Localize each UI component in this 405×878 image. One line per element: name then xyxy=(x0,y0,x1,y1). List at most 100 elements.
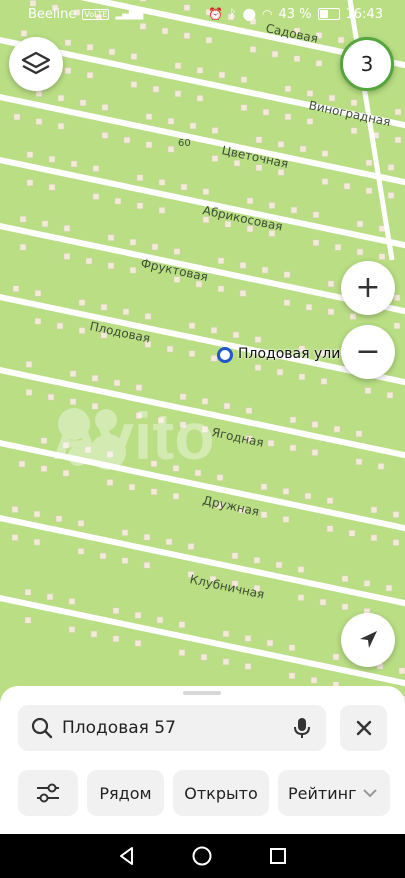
house-plot xyxy=(297,566,305,573)
house-plot xyxy=(364,387,372,394)
house-plot xyxy=(327,308,335,316)
chip-rating[interactable]: Рейтинг xyxy=(278,770,390,816)
house-plot xyxy=(19,243,27,251)
house-plot xyxy=(261,266,269,274)
results-count-badge[interactable]: 3 xyxy=(340,37,394,91)
house-plot xyxy=(48,184,56,191)
house-plot xyxy=(134,640,142,647)
search-input[interactable]: Плодовая 57 xyxy=(18,705,326,751)
street-line xyxy=(0,515,405,607)
house-plot xyxy=(334,244,342,251)
house-plot xyxy=(312,211,320,218)
house-plot xyxy=(393,294,401,301)
system-nav-bar xyxy=(0,834,405,878)
house-plot xyxy=(187,543,195,550)
house-plot xyxy=(386,392,394,399)
house-plot xyxy=(91,375,99,382)
recents-icon[interactable] xyxy=(268,846,288,866)
house-plot xyxy=(233,159,241,167)
clear-search-button[interactable] xyxy=(340,705,387,751)
house-plot xyxy=(123,136,131,144)
signal-icon: ▂▄▆█ xyxy=(115,8,143,20)
house-plot xyxy=(19,215,27,223)
battery-text: 43 % xyxy=(278,6,312,22)
house-plot xyxy=(196,95,204,102)
house-plot xyxy=(304,492,312,500)
house-plot xyxy=(288,644,296,651)
house-plot xyxy=(200,653,208,661)
house-plot xyxy=(254,336,262,343)
filters-button[interactable] xyxy=(18,770,78,816)
house-plot xyxy=(79,99,87,107)
house-plot xyxy=(363,580,371,587)
layers-icon xyxy=(21,51,51,75)
bluetooth-icon: ᛒ xyxy=(229,7,237,21)
alarm-icon: ⏰ xyxy=(208,7,224,21)
house-plot xyxy=(276,368,284,376)
house-plot xyxy=(78,299,86,306)
house-plot xyxy=(166,345,174,353)
house-plot xyxy=(180,183,188,191)
chip-open-now-label: Открыто xyxy=(184,783,258,803)
house-plot xyxy=(262,108,270,116)
house-plot xyxy=(85,257,93,265)
house-plot xyxy=(299,145,307,153)
house-plot xyxy=(173,248,181,255)
my-location-button[interactable] xyxy=(341,613,395,667)
chip-rating-label: Рейтинг xyxy=(288,783,357,803)
house-plot xyxy=(100,303,108,311)
battery-icon xyxy=(317,8,340,20)
house-plot xyxy=(33,510,41,518)
house-plot xyxy=(134,612,142,619)
house-plot xyxy=(310,677,318,684)
results-count: 3 xyxy=(360,52,374,76)
house-plot xyxy=(222,630,230,638)
house-plot xyxy=(70,160,78,168)
back-icon[interactable] xyxy=(117,846,137,866)
house-plot xyxy=(283,299,291,306)
house-plot xyxy=(68,626,76,633)
house-plot xyxy=(246,197,254,205)
zoom-out-button[interactable]: − xyxy=(341,325,395,379)
chip-open-now[interactable]: Открыто xyxy=(173,770,269,816)
carrier-name: Beeline xyxy=(28,6,77,22)
house-plot xyxy=(244,663,252,670)
house-plot xyxy=(312,239,320,246)
minus-icon: − xyxy=(355,334,381,369)
wifi-icon: ◠ xyxy=(262,7,273,21)
house-plot xyxy=(112,607,120,614)
house-plot xyxy=(239,290,247,297)
house-number: 60 xyxy=(178,138,191,149)
house-plot xyxy=(130,81,138,88)
chip-nearby[interactable]: Рядом xyxy=(87,770,164,816)
house-plot xyxy=(136,174,144,182)
house-plot xyxy=(284,113,292,121)
house-plot xyxy=(240,104,248,111)
house-plot xyxy=(321,178,329,185)
location-icon: ⬤ xyxy=(242,7,257,21)
house-plot xyxy=(282,488,290,495)
house-plot xyxy=(319,598,327,606)
layers-button[interactable] xyxy=(9,37,63,91)
house-plot xyxy=(189,122,197,130)
house-plot xyxy=(24,589,32,596)
house-plot xyxy=(143,533,151,541)
house-plot xyxy=(63,253,71,260)
house-plot xyxy=(178,649,186,656)
home-icon[interactable] xyxy=(191,845,213,867)
house-plot xyxy=(249,46,257,53)
sheet-drag-handle[interactable] xyxy=(183,691,221,695)
house-plot xyxy=(69,370,77,377)
house-plot xyxy=(20,30,28,37)
house-plot xyxy=(158,179,166,186)
location-pin[interactable] xyxy=(217,347,233,363)
house-plot xyxy=(25,389,33,396)
microphone-icon[interactable] xyxy=(292,716,312,740)
house-plot xyxy=(33,538,41,546)
house-plot xyxy=(135,384,143,391)
house-plot xyxy=(188,350,196,357)
house-plot xyxy=(161,27,169,35)
house-plot xyxy=(282,516,290,523)
house-plot xyxy=(378,253,386,260)
zoom-in-button[interactable]: + xyxy=(341,261,395,315)
